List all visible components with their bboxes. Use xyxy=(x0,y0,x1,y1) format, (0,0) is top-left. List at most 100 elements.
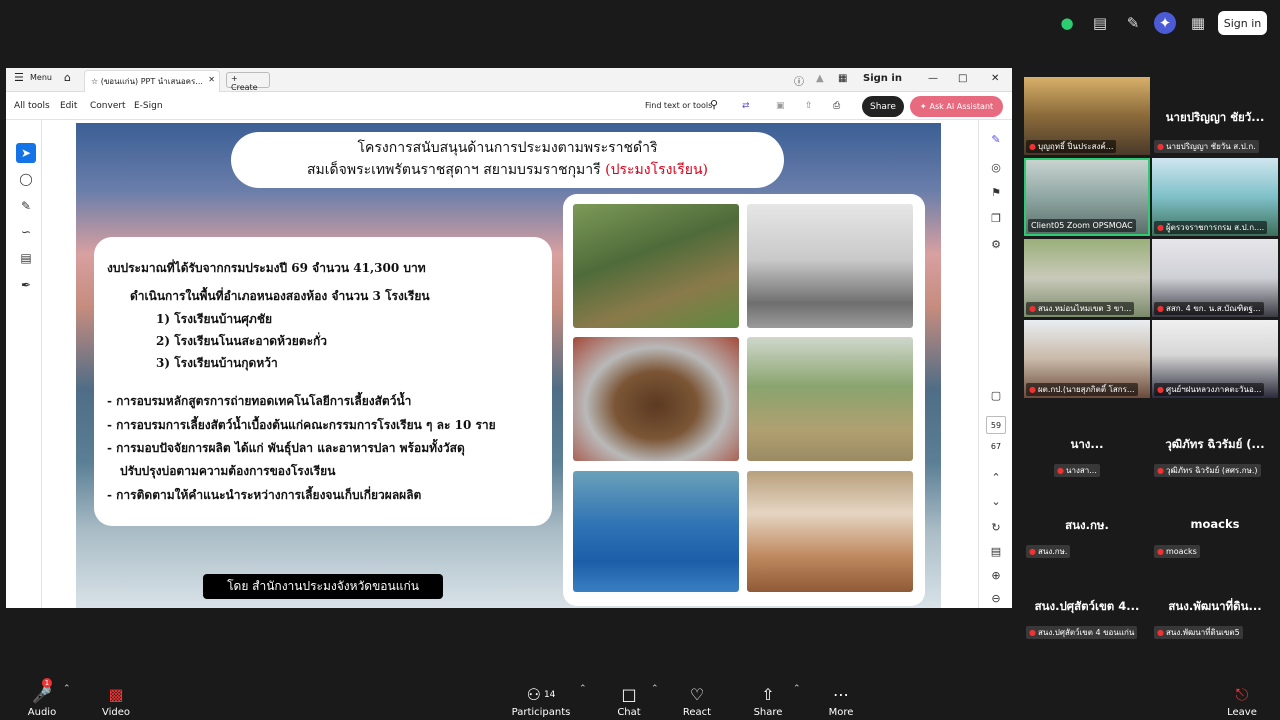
apps-icon[interactable]: ▦ xyxy=(838,73,847,84)
meeting-controls: 🎤 Audio 1 ⌃ ▩ Video ⚇ 14 Participants ⌃ □… xyxy=(0,672,1280,720)
bookmark-icon[interactable]: ⚑ xyxy=(987,183,1005,201)
video-button[interactable]: ▩ Video xyxy=(100,676,132,718)
chat-button[interactable]: □ Chat xyxy=(614,676,644,718)
muted-mic-icon: ● xyxy=(1157,385,1164,394)
react-button[interactable]: ♡ React xyxy=(682,676,712,718)
convert-menu[interactable]: Convert xyxy=(90,101,126,111)
page-number-field[interactable]: 59 xyxy=(986,416,1006,434)
acrobat-sign-in[interactable]: Sign in xyxy=(863,73,902,84)
notes-icon[interactable]: ▤ xyxy=(1089,12,1111,34)
right-toolbar: ✎ ◎ ⚑ ❐ ⚙ ▢ 59 67 ⌃ ⌄ ↻ ▤ ⊕ ⊖ xyxy=(978,120,1012,608)
create-tab-button[interactable]: + Create xyxy=(226,72,270,92)
activity-item: - การติดตามให้คำแนะนำระหว่างการเลี้ยงจนเ… xyxy=(107,488,422,502)
print-icon[interactable]: ⎙ xyxy=(833,101,840,111)
signature-icon[interactable]: ✒ xyxy=(16,275,36,295)
upload-icon[interactable]: ⇧ xyxy=(805,101,813,111)
close-icon[interactable]: ✕ xyxy=(991,73,999,84)
participant-name-tile[interactable]: นาง... ● นางสา... xyxy=(1024,401,1150,479)
maximize-icon[interactable]: □ xyxy=(958,73,967,84)
convert-icon[interactable]: ⇄ xyxy=(742,101,750,111)
audio-label: Audio xyxy=(27,707,57,718)
shield-icon[interactable]: ● xyxy=(1056,12,1078,34)
close-tab-icon[interactable]: ✕ xyxy=(208,75,215,84)
participant-name: ศูนย์ฯฝนหลวงภาคตะวันอ... xyxy=(1165,385,1262,394)
document-tab[interactable]: ☆ (ขอนแก่น) PPT นำเสนอคร... ✕ xyxy=(84,70,220,92)
thumbnail-icon[interactable]: ▢ xyxy=(987,386,1005,404)
photo-collage xyxy=(563,194,925,606)
layers-icon[interactable]: ◎ xyxy=(987,158,1005,176)
participant-name-tile[interactable]: สนง.พัฒนาที่ดิน... ● สนง.พัฒนาที่ดินเขต5 xyxy=(1152,563,1278,641)
participant-video-tile-active[interactable]: Client05 Zoom OPSMOAC xyxy=(1024,158,1150,236)
participants-button[interactable]: ⚇ 14 Participants xyxy=(512,676,571,718)
participant-name: Client05 Zoom OPSMOAC xyxy=(1031,221,1133,230)
help-icon[interactable]: ⓘ xyxy=(794,73,804,88)
participants-options-chevron-icon[interactable]: ⌃ xyxy=(579,684,587,694)
star-icon[interactable]: ☆ xyxy=(91,77,98,86)
more-button[interactable]: ⋯ More xyxy=(826,676,856,718)
participant-video-tile[interactable]: ● ผู้ตรวจราชการกรม ส.ป.ก.... xyxy=(1152,158,1278,236)
search-icon[interactable]: ⚲ xyxy=(710,98,718,111)
refresh-icon[interactable]: ↻ xyxy=(987,518,1005,536)
share-options-chevron-icon[interactable]: ⌃ xyxy=(793,684,801,694)
select-cursor-icon[interactable]: ➤ xyxy=(16,143,36,163)
participant-name-tile[interactable]: moacks ● moacks xyxy=(1152,482,1278,560)
chat-options-chevron-icon[interactable]: ⌃ xyxy=(651,684,659,694)
activity-item-cont: ปรับปรุงบ่อตามความต้องการของโรงเรียน xyxy=(120,464,336,478)
participant-display-name: วุฒิภัทร ฉิวรัมย์ (... xyxy=(1165,437,1265,451)
chat-label: Chat xyxy=(617,707,641,718)
participant-name-tile[interactable]: สนง.ปศุสัตว์เขต 4... ● สนง.ปศุสัตว์เขต 4 … xyxy=(1024,563,1150,641)
save-icon[interactable]: ▣ xyxy=(776,101,785,111)
slide-title-line2-text: สมเด็จพระเทพรัตนราชสุดาฯ สยามบรมราชกุมาร… xyxy=(306,162,601,178)
text-box-icon[interactable]: ▤ xyxy=(16,248,36,268)
photo-fish-pond xyxy=(573,204,739,328)
zoom-in-icon[interactable]: ⊕ xyxy=(987,566,1005,584)
fit-page-icon[interactable]: ▤ xyxy=(987,542,1005,560)
edit-menu[interactable]: Edit xyxy=(60,101,77,111)
participant-video-tile[interactable]: ● ผต.กป.(นายสุภกิตติ์ โสกร... xyxy=(1024,320,1150,398)
left-toolbar: ➤ ◯ ✎ ∽ ▤ ✒ xyxy=(6,120,42,608)
audio-button[interactable]: 🎤 Audio 1 xyxy=(26,676,58,718)
participant-name-tile[interactable]: สนง.กษ. ● สนง.กษ. xyxy=(1024,482,1150,560)
chevron-up-icon[interactable]: ⌃ xyxy=(987,468,1005,486)
esign-menu[interactable]: E-Sign xyxy=(134,101,163,111)
all-tools-menu[interactable]: All tools xyxy=(14,101,50,111)
participant-video-tile[interactable]: ● ศูนย์ฯฝนหลวงภาคตะวันอ... xyxy=(1152,320,1278,398)
highlight-pen-icon[interactable]: ✎ xyxy=(16,196,36,216)
comment-icon[interactable]: ◯ xyxy=(16,169,36,189)
participant-video-tile[interactable]: ● บุญฤทธิ์ ปิ่นประสงค์... xyxy=(1024,77,1150,155)
photo-outdoor-team xyxy=(747,337,913,461)
participant-video-tile[interactable]: ● สนง.หม่อนไหมเขต 3 ขา... xyxy=(1024,239,1150,317)
photo-fish-buckets xyxy=(747,204,913,328)
presentation-slide: โครงการสนับสนุนด้านการประมงตามพระราชดำริ… xyxy=(76,123,941,608)
chevron-down-icon[interactable]: ⌄ xyxy=(987,492,1005,510)
participant-name-tile[interactable]: นายปริญญา ชัยวั... ● นายปริญญา ชัยวัน ส.ป… xyxy=(1152,77,1278,155)
slide-title-highlight: (ประมงโรงเรียน) xyxy=(605,162,708,178)
leave-button[interactable]: ⎋ Leave xyxy=(1226,676,1258,718)
minimize-icon[interactable]: — xyxy=(928,73,938,84)
bell-icon[interactable]: ▲ xyxy=(816,73,824,84)
menu-label[interactable]: Menu xyxy=(30,73,52,82)
attachments-icon[interactable]: ⚙ xyxy=(987,235,1005,253)
copy-icon[interactable]: ❐ xyxy=(987,209,1005,227)
comment-panel-icon[interactable]: ✎ xyxy=(987,130,1005,148)
menu-icon[interactable]: ☰ xyxy=(14,71,24,84)
ai-companion-icon[interactable]: ✦ xyxy=(1154,12,1176,34)
ai-assistant-button[interactable]: ✦ Ask AI Assistant xyxy=(910,96,1003,117)
participant-name-label: ● นายปริญญา ชัยวัน ส.ป.ก. xyxy=(1154,140,1259,153)
annotate-icon[interactable]: ✎ xyxy=(1122,12,1144,34)
home-icon[interactable]: ⌂ xyxy=(64,71,71,84)
zoom-out-icon[interactable]: ⊖ xyxy=(987,589,1005,607)
participant-name-tile[interactable]: วุฒิภัทร ฉิวรัมย์ (... ● วุฒิภัทร ฉิวรัมย… xyxy=(1152,401,1278,479)
sign-in-button[interactable]: Sign in xyxy=(1218,11,1267,35)
acrobat-share-button[interactable]: Share xyxy=(862,96,904,117)
page-total: 67 xyxy=(990,442,1002,451)
participant-video-tile[interactable]: ● สสก. 4 ขก. น.ส.บัณฑิตฐ... xyxy=(1152,239,1278,317)
participant-name: สสก. 4 ขก. น.ส.บัณฑิตฐ... xyxy=(1165,304,1261,313)
audio-options-chevron-icon[interactable]: ⌃ xyxy=(63,684,71,694)
view-icon[interactable]: ▦ xyxy=(1187,12,1209,34)
find-tools-input[interactable]: Find text or tools xyxy=(645,101,712,110)
share-screen-button[interactable]: ⇧ Share xyxy=(752,676,784,718)
activity-item: - การมอบปัจจัยการผลิต ได้แก่ พันธุ์ปลา แ… xyxy=(107,441,465,455)
participant-name-label: ● สนง.ปศุสัตว์เขต 4 ขอนแก่น xyxy=(1026,626,1138,639)
draw-icon[interactable]: ∽ xyxy=(16,222,36,242)
